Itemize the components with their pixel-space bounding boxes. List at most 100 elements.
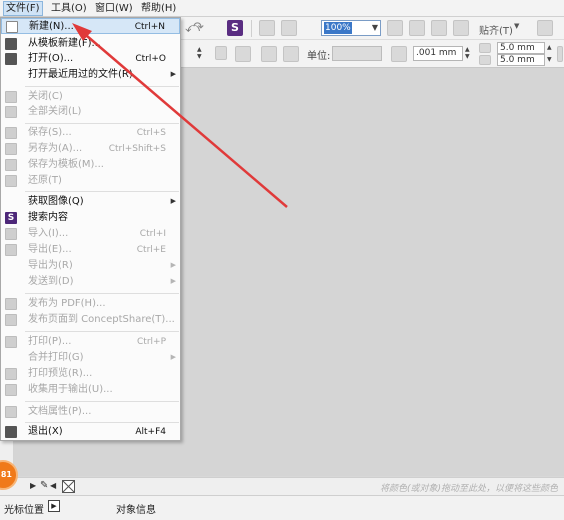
collect-output-icon <box>5 384 17 396</box>
menu-item-print[interactable]: 打印(P)... Ctrl+P <box>1 334 180 350</box>
menu-item-acquire-image[interactable]: 获取图像(Q) ▶ <box>1 194 180 210</box>
eyedropper-icon[interactable]: ✎ <box>40 480 48 491</box>
menu-tools[interactable]: 工具(O) <box>49 2 89 15</box>
play-icon[interactable]: ▶ <box>30 481 36 490</box>
menu-separator <box>25 331 179 332</box>
status-bar: 光标位置 ▶ 对象信息 <box>0 495 564 520</box>
menu-item-publish-conceptshare[interactable]: 发布页面到 ConceptShare(T)... <box>1 312 180 328</box>
menu-item-search-content[interactable]: S 搜索内容 <box>1 210 180 226</box>
chevron-down-icon: ▼ <box>514 22 520 30</box>
full-screen-preview-icon[interactable] <box>387 20 403 36</box>
cursor-position-label: 光标位置 <box>4 505 44 516</box>
menu-item-new-from-template[interactable]: 从模板新建(F)... <box>1 36 180 52</box>
menu-item-send-to[interactable]: 发送到(D) ▶ <box>1 274 180 290</box>
menu-item-export-for[interactable]: 导出为(R) ▶ <box>1 258 180 274</box>
show-guidelines-icon[interactable] <box>453 20 469 36</box>
spinner-arrows[interactable]: ▲ ▼ <box>197 46 203 61</box>
object-info-label: 对象信息 <box>116 505 156 516</box>
save-as-icon <box>5 143 17 155</box>
menu-item-open-recent[interactable]: 打开最近用过的文件(R) ▶ <box>1 67 180 83</box>
zoom-value: 100% <box>324 22 352 34</box>
save-icon <box>5 127 17 139</box>
menu-item-revert[interactable]: 还原(T) <box>1 173 180 189</box>
menu-separator <box>25 293 179 294</box>
landscape-icon[interactable] <box>235 46 251 62</box>
show-grid-icon[interactable] <box>431 20 447 36</box>
chevron-right-icon: ▶ <box>170 70 176 78</box>
chevron-right-icon: ▶ <box>170 261 176 269</box>
more-options-icon[interactable] <box>557 46 563 62</box>
menu-item-print-preview[interactable]: 打印预览(R)... <box>1 366 180 382</box>
no-color-x-icon <box>63 481 74 492</box>
corel-connect-icon[interactable]: S <box>227 20 243 36</box>
menu-item-exit[interactable]: 退出(X) Alt+F4 <box>1 424 180 440</box>
document-palette-bar: ▶ ✎ ◀ 将颜色(或对象)拖动至此处，以便将这些颜色 <box>0 477 564 495</box>
redo-icon[interactable]: ↷ <box>193 20 209 36</box>
print-icon <box>5 336 17 348</box>
export-icon <box>5 244 17 256</box>
chevron-right-icon: ▶ <box>170 277 176 285</box>
menu-item-publish-pdf[interactable]: 发布为 PDF(H)... <box>1 296 180 312</box>
menu-file[interactable]: 文件(F) <box>3 1 43 16</box>
menu-item-collect-for-output[interactable]: 收集用于输出(U)... <box>1 382 180 398</box>
units-dropdown[interactable] <box>332 46 382 61</box>
duplicate-distance-x-input[interactable]: 5.0 mm <box>497 42 545 54</box>
current-page-icon[interactable] <box>283 46 299 62</box>
menu-item-print-merge[interactable]: 合并打印(G) ▶ <box>1 350 180 366</box>
toolbar-separator <box>251 20 252 37</box>
revert-icon <box>5 175 17 187</box>
duplicate-spinner[interactable]: ▲ ▼ <box>547 42 553 66</box>
chevron-left-icon[interactable]: ◀ <box>50 481 56 490</box>
new-document-icon <box>6 21 18 33</box>
menu-item-save[interactable]: 保存(S)... Ctrl+S <box>1 125 180 141</box>
menu-separator <box>25 123 179 124</box>
menu-item-import[interactable]: 导入(I)... Ctrl+I <box>1 226 180 242</box>
menu-window[interactable]: 窗口(W) <box>93 2 135 15</box>
template-icon <box>5 38 17 50</box>
nudge-icon <box>391 46 407 62</box>
options-icon[interactable] <box>537 20 553 36</box>
cursor-position-toggle[interactable]: ▶ <box>48 500 60 512</box>
file-menu: 新建(N)... Ctrl+N 从模板新建(F)... 打开(O)... Ctr… <box>0 17 181 441</box>
show-rulers-icon[interactable] <box>409 20 425 36</box>
menu-help[interactable]: 帮助(H) <box>139 2 178 15</box>
menu-separator <box>25 86 179 87</box>
welcome-screen-icon[interactable] <box>281 20 297 36</box>
menu-bar: 文件(F) 工具(O) 窗口(W) 帮助(H) <box>0 0 564 17</box>
duplicate-y-icon <box>479 55 491 65</box>
zoom-level-select[interactable]: 100% ▼ <box>321 20 381 36</box>
snap-to-dropdown[interactable]: 贴齐(T) <box>479 22 513 37</box>
palette-drop-hint: 将颜色(或对象)拖动至此处，以便将这些颜色 <box>379 484 558 494</box>
import-icon <box>5 228 17 240</box>
menu-item-export[interactable]: 导出(E)... Ctrl+E <box>1 242 180 258</box>
menu-separator <box>25 422 179 423</box>
menu-item-close[interactable]: 关闭(C) <box>1 89 180 105</box>
portrait-icon[interactable] <box>215 46 227 60</box>
conceptshare-icon <box>5 314 17 326</box>
application-launcher-icon[interactable] <box>259 20 275 36</box>
menu-item-save-as-template[interactable]: 保存为模板(M)... <box>1 157 180 173</box>
close-document-icon <box>5 91 17 103</box>
no-color-swatch[interactable] <box>62 480 75 493</box>
document-properties-icon <box>5 406 17 418</box>
duplicate-distance-y-input[interactable]: 5.0 mm <box>497 54 545 66</box>
chevron-down-icon: ▼ <box>371 23 378 32</box>
open-folder-icon <box>5 53 17 65</box>
print-preview-icon <box>5 368 17 380</box>
nudge-distance-input[interactable]: .001 mm <box>413 46 463 61</box>
menu-item-document-properties[interactable]: 文档属性(P)... <box>1 404 180 420</box>
menu-item-save-as[interactable]: 另存为(A)... Ctrl+Shift+S <box>1 141 180 157</box>
close-all-icon <box>5 106 17 118</box>
units-label: 单位: <box>307 51 331 62</box>
property-bar: ▲ ▼ 单位: .001 mm ▲ ▼ 5.0 mm 5.0 mm ▲ ▼ <box>181 40 564 68</box>
menu-separator <box>25 191 179 192</box>
save-template-icon <box>5 159 17 171</box>
chevron-right-icon: ▶ <box>170 197 176 205</box>
menu-item-new[interactable]: 新建(N)... Ctrl+N <box>1 18 180 34</box>
menu-item-close-all[interactable]: 全部关闭(L) <box>1 104 180 120</box>
chevron-right-icon: ▶ <box>170 353 176 361</box>
exit-icon <box>5 426 17 438</box>
all-pages-icon[interactable] <box>261 46 277 62</box>
menu-item-open[interactable]: 打开(O)... Ctrl+O <box>1 51 180 67</box>
nudge-spinner[interactable]: ▲ ▼ <box>465 46 471 61</box>
